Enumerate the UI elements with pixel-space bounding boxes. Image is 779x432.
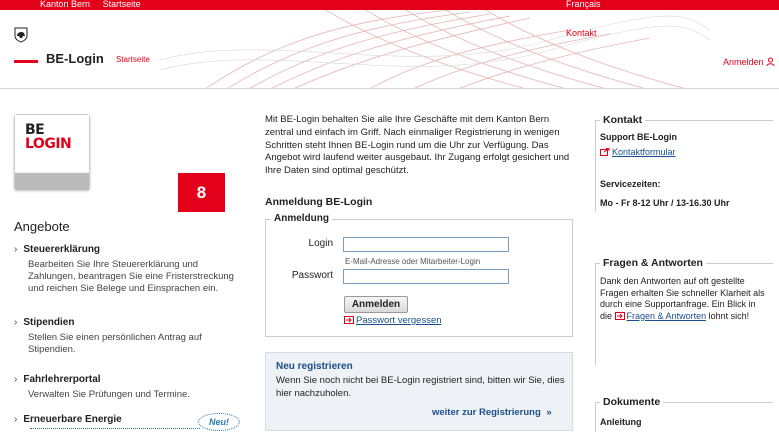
register-title: Neu registrieren — [276, 361, 353, 372]
contact-support: Support BE-Login — [600, 132, 677, 142]
contact-form-link[interactable]: Kontaktformular — [600, 147, 676, 159]
offer-title-row[interactable]: › Stipendien — [14, 317, 244, 328]
logo-base — [15, 173, 89, 190]
documents-first-item[interactable]: Anleitung — [600, 417, 642, 429]
faq-link[interactable]: Fragen & Antworten — [627, 311, 707, 321]
service-hours-title: Servicezeiten: — [600, 179, 661, 189]
offer-title[interactable]: Fahrlehrerportal — [23, 374, 100, 385]
bern-coat-of-arms-icon — [14, 27, 28, 43]
login-hint: E-Mail-Adresse oder Mitarbeiter-Login — [345, 257, 481, 266]
contact-form-label[interactable]: Kontaktformular — [612, 147, 676, 157]
register-text: Wenn Sie noch nicht bei BE-Login registr… — [276, 375, 565, 399]
documents-box-title: Dokumente — [600, 396, 664, 408]
logo-line-1: BE — [25, 122, 45, 138]
offer-title[interactable]: Stipendien — [23, 317, 74, 328]
login-submit-button[interactable]: Anmelden — [344, 296, 408, 313]
canton-link[interactable]: Kanton Bern — [40, 0, 90, 9]
top-bar-left: Kanton Bern Startseite — [40, 0, 151, 9]
contact-box-title: Kontakt — [600, 114, 646, 126]
service-hours: Mo - Fr 8-12 Uhr / 13-16.30 Uhr — [600, 198, 730, 208]
new-badge: Neu! — [198, 413, 240, 431]
chevron-right-icon: › — [14, 374, 18, 385]
header-contact-link[interactable]: Kontakt — [566, 28, 597, 38]
login-label: Login — [308, 238, 333, 249]
offer-scholarships[interactable]: › Stipendien Stellen Sie einen persönlich… — [14, 317, 244, 356]
site-title[interactable]: BE-Login — [46, 51, 104, 66]
offer-tax[interactable]: › Steuererklärung Bearbeiten Sie Ihre Ste… — [14, 244, 244, 295]
offer-driving-instructor[interactable]: › Fahrlehrerportal Verwalten Sie Prüfunge… — [14, 374, 244, 401]
login-input[interactable] — [343, 237, 509, 252]
double-chevron-right-icon: » — [546, 407, 552, 418]
be-login-logo: BE LOGIN — [14, 114, 90, 190]
number-badge: 8 — [178, 173, 225, 212]
header-login-link[interactable]: Anmelden — [723, 57, 775, 67]
faq-text: Dank den Antworten auf oft gestellte Fra… — [600, 276, 770, 322]
login-section-title: Anmeldung BE-Login — [265, 196, 373, 208]
external-link-icon — [600, 148, 610, 156]
chevron-right-icon: › — [14, 317, 18, 328]
register-link[interactable]: weiter zur Registrierung » — [432, 407, 552, 418]
user-icon — [766, 57, 775, 67]
intro-text: Mit BE-Login behalten Sie alle Ihre Gesc… — [265, 114, 570, 177]
header-decoration — [159, 10, 710, 88]
chevron-right-icon: › — [14, 414, 18, 425]
register-link-label[interactable]: weiter zur Registrierung — [432, 407, 541, 418]
offer-title[interactable]: Steuererklärung — [23, 244, 100, 255]
faq-text-after: lohnt sich! — [708, 310, 750, 321]
offer-title[interactable]: Erneuerbare Energie — [23, 414, 121, 425]
password-input[interactable] — [343, 269, 509, 284]
offer-title-row[interactable]: › Fahrlehrerportal — [14, 374, 244, 385]
top-bar: Kanton Bern Startseite Français — [0, 0, 779, 10]
language-link[interactable]: Français — [566, 0, 601, 9]
brand-line — [14, 60, 38, 63]
offer-description: Stellen Sie einen persönlichen Antrag au… — [28, 332, 202, 355]
new-underline — [30, 428, 200, 429]
offer-title-row[interactable]: › Steuererklärung — [14, 244, 244, 255]
offer-description: Verwalten Sie Prüfungen und Termine. — [28, 389, 190, 400]
forgot-password-label[interactable]: Passwort vergessen — [356, 315, 442, 326]
site-subtitle-link[interactable]: Startseite — [116, 55, 150, 64]
forgot-password-link[interactable]: Passwort vergessen — [344, 315, 442, 326]
chevron-right-icon: › — [14, 244, 18, 255]
header-divider — [0, 88, 779, 89]
faq-box-title: Fragen & Antworten — [600, 257, 706, 269]
offer-description: Bearbeiten Sie Ihre Steuererklärung und … — [28, 259, 234, 294]
password-label: Passwort — [291, 270, 333, 281]
login-form-legend: Anmeldung — [271, 213, 332, 224]
home-link[interactable]: Startseite — [103, 0, 141, 9]
header: Kontakt BE-Login Startseite Anmelden — [0, 10, 779, 88]
header-login-label: Anmelden — [723, 57, 764, 67]
internal-link-icon — [344, 316, 354, 324]
logo-line-2: LOGIN — [25, 136, 72, 152]
offers-title: Angebote — [14, 219, 70, 234]
internal-link-icon — [614, 311, 625, 320]
